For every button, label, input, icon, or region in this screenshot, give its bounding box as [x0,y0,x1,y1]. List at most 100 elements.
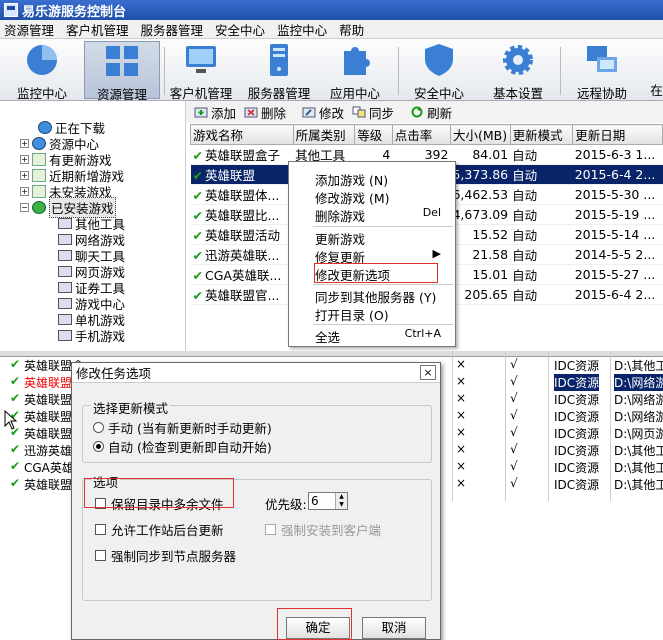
menu-item-open-folder[interactable]: 打开目录 (O) [315,305,389,323]
toolbar-remote-button[interactable]: 远程协助 [570,41,634,101]
column-header[interactable]: 更新模式 [509,124,574,145]
folder-icon [32,152,46,166]
check-icon: ✔ [192,288,203,303]
column-divider [548,351,549,501]
window-title: 易乐游服务控制台 [22,4,127,20]
toolbar-security-button[interactable]: 安全中心 [408,41,470,101]
menu-bar: 资源管理 客户机管理 服务器管理 安全中心 监控中心 帮助 [0,20,663,39]
tree-child-mobile-games[interactable]: 手机游戏 [58,327,125,344]
category-icon [58,281,72,293]
edit-icon [302,107,316,118]
main-toolbar: 监控中心 资源管理 客户机管理 服务器管理 应用中心 安全中心 基本设置 远程协… [0,39,663,102]
priority-spinner[interactable]: 6 ▲ ▼ [308,492,348,510]
toolbar-overflow-button[interactable]: 在 [650,41,663,99]
grid-icon [106,46,138,76]
dialog-title-bar: 修改任务选项 [72,363,440,383]
checkbox-icon [265,524,276,535]
server-icon [270,44,288,76]
spinner-arrows-icon[interactable]: ▲ ▼ [335,493,347,509]
expand-icon[interactable]: + [20,138,29,148]
edit-button[interactable]: 修改 [302,103,344,122]
folder-icon [32,168,46,182]
menu-item-add-game[interactable]: 添加游戏 (N) [315,170,388,188]
column-header[interactable]: 所属类别 [292,124,356,145]
allow-background-update-checkbox[interactable]: 允许工作站后台更新 [95,520,224,539]
column-divider [610,351,611,501]
check-icon: ✔ [192,268,203,283]
menu-resource[interactable]: 资源管理 [4,20,54,39]
refresh-button[interactable]: 刷新 [410,103,452,122]
sync-button[interactable]: 同步 [352,103,394,122]
check-icon: ✔ [192,208,203,223]
expand-icon[interactable]: + [20,154,29,164]
toolbar-settings-button[interactable]: 基本设置 [486,41,550,101]
menu-item-delete-game[interactable]: 删除游戏 Del [315,206,449,224]
toolbar-separator [164,47,165,95]
manual-update-radio[interactable]: 手动 (当有新更新时手动更新) [93,418,272,437]
force-sync-node-checkbox[interactable]: 强制同步到节点服务器 [95,546,236,565]
checkbox-icon [95,550,106,561]
shortcut-label: Del [422,206,441,219]
column-header[interactable]: 更新日期 [572,124,663,145]
toolbar-server-button[interactable]: 服务器管理 [242,41,316,101]
close-button[interactable]: × [420,365,436,380]
check-icon: ✔ [192,168,203,183]
column-header[interactable]: 点击率 [391,124,451,145]
monitor-icon [186,46,216,73]
menu-client[interactable]: 客户机管理 [66,20,129,39]
mouse-cursor-icon [4,410,18,430]
expand-icon[interactable]: + [20,186,29,196]
column-header[interactable]: 游戏名称 [190,124,294,145]
highlight-box [84,478,234,508]
priority-label: 优先级: [265,497,307,512]
toolbar-monitor-button[interactable]: 监控中心 [6,41,78,101]
category-icon [58,329,72,341]
menu-monitor[interactable]: 监控中心 [277,20,327,39]
radio-selected-icon [93,441,104,452]
delete-button[interactable]: 删除 [244,103,286,122]
remote-icon [587,46,617,72]
cancel-button[interactable]: 取消 [362,617,426,639]
category-icon [58,297,72,309]
force-install-client-checkbox: 强制安装到客户端 [265,520,381,539]
column-header[interactable]: 大小(MB) [449,124,511,145]
expand-icon[interactable]: + [20,170,29,180]
auto-update-radio[interactable]: 自动 (检查到更新即自动开始) [93,437,272,456]
menu-security[interactable]: 安全中心 [215,20,265,39]
toolbar-resource-button[interactable]: 资源管理 [84,41,160,102]
shield-icon [425,44,453,76]
pie-chart-icon [27,45,57,75]
category-icon [58,233,72,245]
checkbox-icon [95,524,106,535]
add-icon [194,107,208,118]
context-menu: 添加游戏 (N) 修改游戏 (M) 删除游戏 Del 更新游戏 修复更新 ▶ 修改更… [288,161,456,347]
column-header[interactable]: 等级 [354,124,393,145]
check-icon: ✔ [192,248,203,263]
menu-help[interactable]: 帮助 [339,20,364,39]
toolbar-app-center-button[interactable]: 应用中心 [324,41,386,101]
menu-server[interactable]: 服务器管理 [141,20,204,39]
window-title-bar: 易乐游服务控制台 [0,0,663,20]
add-button[interactable]: 添加 [194,103,236,122]
shortcut-label: Ctrl+A [404,327,441,340]
category-tree: 正在下载 + 资源中心 + 有更新游戏 + 近期新增游戏 + 未安装游戏 − 已安装游戏 … [0,101,186,351]
menu-item-update-game[interactable]: 更新游戏 [315,229,365,247]
collapse-icon[interactable]: − [20,202,29,212]
check-circle-icon [32,200,46,214]
toolbar-separator [560,47,561,95]
menu-item-edit-game[interactable]: 修改游戏 (M) [315,188,390,206]
menu-item-sync-servers[interactable]: 同步到其他服务器 (Y) [315,287,436,305]
sync-icon [352,106,366,118]
column-divider [505,351,506,501]
check-icon: ✔ [192,188,203,203]
toolbar-client-button[interactable]: 客户机管理 [166,41,236,101]
category-icon [58,265,72,277]
action-toolbar: 添加 删除 修改 同步 刷新 [186,101,663,123]
refresh-icon [411,106,423,118]
menu-item-select-all[interactable]: 全选 Ctrl+A [315,327,449,345]
toolbar-separator [398,47,399,95]
app-logo-icon [4,3,18,17]
gear-icon [503,45,533,75]
highlight-box [277,608,352,640]
puzzle-icon [344,47,370,75]
